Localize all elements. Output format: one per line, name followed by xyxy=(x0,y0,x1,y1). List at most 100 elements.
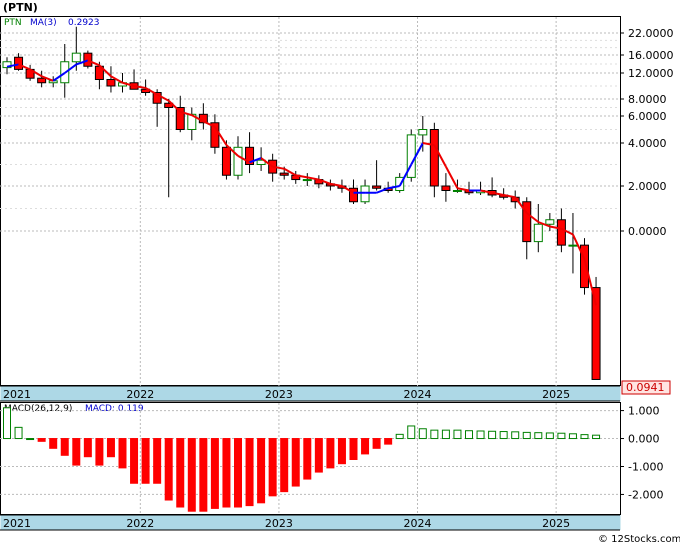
candle-body xyxy=(429,129,439,187)
macd-bar xyxy=(326,438,335,469)
macd-bar xyxy=(557,432,566,440)
macd-legend-label: MACD(26,12,9) xyxy=(4,404,72,414)
macd-bar xyxy=(118,438,127,469)
macd-bar xyxy=(580,434,589,440)
candle-body xyxy=(106,79,116,87)
macd-bar xyxy=(534,432,543,440)
macd-tick-label: 1.000 xyxy=(628,405,660,418)
macd-bar xyxy=(488,430,497,440)
macd-bar xyxy=(453,429,462,440)
price-panel xyxy=(0,16,621,386)
macd-bar xyxy=(545,432,554,440)
price-legend-symbol: PTN xyxy=(4,18,22,28)
macd-bar xyxy=(280,438,289,493)
macd-bar xyxy=(395,433,404,440)
macd-bar xyxy=(199,438,208,512)
macd-bar xyxy=(407,425,416,440)
price-tick-label: 0.0000 xyxy=(628,225,667,238)
macd-bar xyxy=(141,438,150,484)
year-label-2023: 2023 xyxy=(265,388,293,401)
price-legend-ma-value: 0.2923 xyxy=(68,18,100,28)
macd-legend-value: MACD: 0.119 xyxy=(85,404,144,414)
macd-tick-label: -1.000 xyxy=(628,460,663,473)
macd-bar xyxy=(291,438,300,487)
macd-bar xyxy=(72,438,81,466)
candle-body xyxy=(452,190,462,192)
macd-bar xyxy=(372,438,381,449)
price-tick-label: 4.0000 xyxy=(628,137,667,150)
macd-bar xyxy=(257,438,266,504)
macd-bar xyxy=(164,438,173,501)
macd-year-label-2024: 2024 xyxy=(404,517,432,530)
macd-bar xyxy=(361,438,370,455)
price-legend-ma-label: MA(3) xyxy=(30,18,57,28)
macd-bar xyxy=(465,430,473,440)
macd-bar xyxy=(592,434,601,440)
chart-title: (PTN) xyxy=(3,1,38,14)
candle-body xyxy=(372,185,382,189)
candle-body xyxy=(360,185,370,203)
macd-bar xyxy=(153,438,162,484)
macd-tick-label: 0.000 xyxy=(628,433,660,446)
year-label-2021: 2021 xyxy=(3,388,31,401)
candle-body xyxy=(14,56,24,70)
last-price-label: 0.0941 xyxy=(626,381,665,394)
candle-body xyxy=(233,146,243,176)
year-label-2022: 2022 xyxy=(126,388,154,401)
candle-body xyxy=(48,80,58,84)
macd-bar xyxy=(522,431,531,440)
macd-bar xyxy=(337,438,346,465)
macd-bar xyxy=(303,438,312,480)
macd-bar xyxy=(37,438,46,442)
candle-body xyxy=(441,185,451,191)
price-x-axis-band xyxy=(0,386,621,401)
candle-body xyxy=(556,219,566,246)
candle-body xyxy=(302,179,312,182)
candle-body xyxy=(568,244,578,247)
macd-year-label-2025: 2025 xyxy=(542,517,570,530)
macd-bar xyxy=(60,438,69,456)
macd-bar xyxy=(349,438,358,460)
candle-body xyxy=(37,77,47,84)
macd-bar xyxy=(511,431,520,440)
macd-bar xyxy=(210,438,219,509)
macd-bar xyxy=(268,438,277,497)
stock-chart: (PTN) PTN MA(3) 0.2923 MACD(26,12,9) MAC… xyxy=(0,1,680,545)
year-label-2024: 2024 xyxy=(404,388,432,401)
price-tick-label: 2.0000 xyxy=(628,180,667,193)
candle-body xyxy=(279,172,289,176)
candle-body xyxy=(71,52,81,63)
macd-bar xyxy=(14,426,23,440)
macd-bar xyxy=(106,438,115,458)
price-tick-label: 16.0000 xyxy=(628,49,674,62)
macd-bar xyxy=(234,438,242,508)
macd-bar xyxy=(3,407,11,440)
macd-bar xyxy=(83,438,92,458)
price-tick-label: 22.0000 xyxy=(628,27,674,40)
macd-bar xyxy=(222,438,231,508)
macd-year-label-2023: 2023 xyxy=(265,517,293,530)
macd-bar xyxy=(314,438,323,473)
macd-bar xyxy=(384,438,393,445)
macd-bar xyxy=(499,431,508,440)
macd-year-label-2022: 2022 xyxy=(126,517,154,530)
macd-x-axis-band xyxy=(0,515,621,530)
price-tick-label: 12.0000 xyxy=(628,67,674,80)
macd-bar xyxy=(476,430,485,440)
macd-bar xyxy=(95,438,104,466)
macd-bar xyxy=(26,438,35,441)
price-tick-label: 8.0000 xyxy=(628,93,667,106)
macd-year-label-2021: 2021 xyxy=(3,517,31,530)
copyright: © 12Stocks.com xyxy=(598,534,680,545)
macd-bar xyxy=(441,429,450,440)
macd-bar xyxy=(187,438,196,512)
candle-body xyxy=(221,146,231,176)
macd-bar xyxy=(430,429,439,440)
macd-bar xyxy=(49,438,58,449)
macd-bar xyxy=(130,438,139,484)
macd-bar xyxy=(418,428,427,440)
macd-bar xyxy=(245,438,254,507)
candle-body xyxy=(418,129,428,136)
year-label-2025: 2025 xyxy=(542,388,570,401)
candle-body xyxy=(545,219,555,225)
